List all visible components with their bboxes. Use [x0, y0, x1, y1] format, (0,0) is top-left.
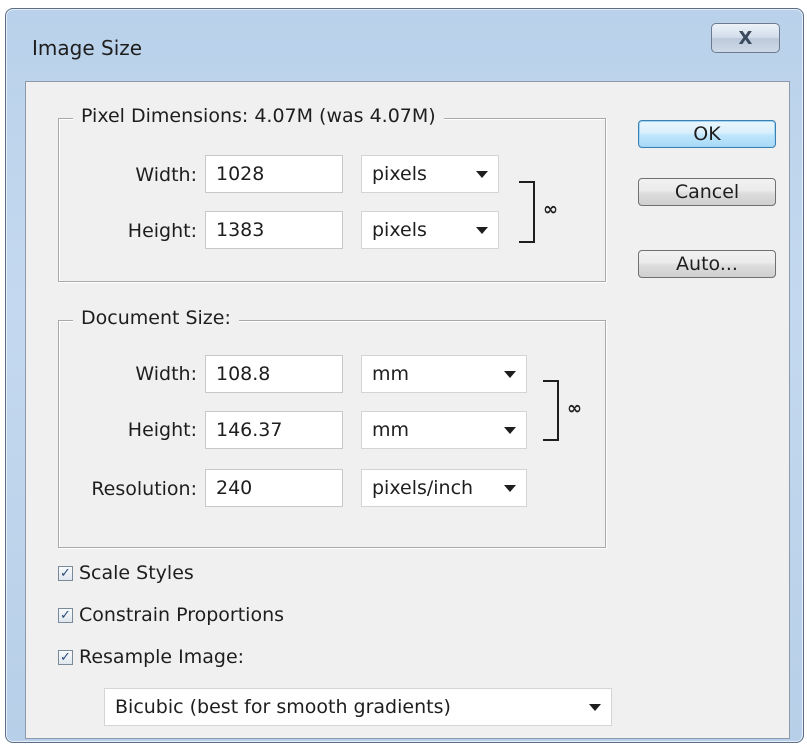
dialog-title: Image Size [32, 36, 143, 60]
resolution-unit-select[interactable]: pixels/inch [361, 469, 527, 507]
chevron-down-icon [504, 426, 516, 434]
pixel-width-input[interactable]: 1028 [205, 155, 343, 193]
scale-styles-label: Scale Styles [79, 562, 194, 584]
document-size-title: Document Size: [73, 307, 239, 329]
close-button[interactable]: X [711, 23, 780, 53]
constrain-proportions-checkbox[interactable]: ✓ [58, 607, 73, 623]
resample-image-checkbox[interactable]: ✓ [58, 649, 73, 665]
pixel-height-unit-select[interactable]: pixels [361, 211, 499, 249]
pixel-height-input[interactable]: 1383 [205, 211, 343, 249]
chevron-down-icon [589, 703, 601, 711]
chevron-down-icon [504, 484, 516, 492]
document-constrain-bracket [543, 380, 559, 441]
document-size-group: Document Size: Width: 108.8 mm Height: 1… [58, 307, 606, 548]
document-width-unit-select[interactable]: mm [361, 355, 527, 393]
ok-button[interactable]: OK [638, 120, 776, 148]
pixel-width-label: Width: [135, 164, 197, 186]
cancel-button[interactable]: Cancel [638, 178, 776, 206]
scale-styles-checkbox[interactable]: ✓ [58, 565, 73, 581]
resample-method-select[interactable]: Bicubic (best for smooth gradients) [104, 688, 612, 726]
resolution-unit-value: pixels/inch [372, 477, 474, 499]
document-height-unit-value: mm [372, 419, 410, 441]
pixel-width-unit-value: pixels [372, 163, 427, 185]
document-width-unit-value: mm [372, 363, 410, 385]
pixel-width-unit-select[interactable]: pixels [361, 155, 499, 193]
scale-styles-checkbox-row[interactable]: ✓ Scale Styles [58, 562, 194, 584]
dialog-window: Image Size X Pixel Dimensions: 4.07M (wa… [5, 8, 804, 743]
dialog-client-area: Pixel Dimensions: 4.07M (was 4.07M) Widt… [25, 81, 790, 739]
document-height-input[interactable]: 146.37 [205, 411, 343, 449]
constrain-proportions-label: Constrain Proportions [79, 604, 285, 626]
resample-method-value: Bicubic (best for smooth gradients) [115, 696, 451, 718]
resolution-label: Resolution: [91, 478, 197, 500]
document-width-label: Width: [135, 363, 197, 385]
resolution-input[interactable]: 240 [205, 469, 343, 507]
resample-image-label: Resample Image: [79, 646, 245, 668]
resample-image-checkbox-row[interactable]: ✓ Resample Image: [58, 646, 244, 668]
pixel-dimensions-title: Pixel Dimensions: 4.07M (was 4.07M) [73, 105, 444, 127]
chain-link-icon: ∞ [543, 199, 558, 220]
cancel-button-label: Cancel [674, 181, 740, 203]
auto-button[interactable]: Auto... [638, 250, 776, 278]
chevron-down-icon [476, 170, 488, 178]
pixel-dimensions-group: Pixel Dimensions: 4.07M (was 4.07M) Widt… [58, 105, 606, 282]
chain-link-icon: ∞ [567, 398, 582, 419]
document-width-input[interactable]: 108.8 [205, 355, 343, 393]
document-height-unit-select[interactable]: mm [361, 411, 527, 449]
pixel-constrain-bracket [519, 181, 535, 243]
constrain-proportions-checkbox-row[interactable]: ✓ Constrain Proportions [58, 604, 284, 626]
chevron-down-icon [504, 370, 516, 378]
pixel-height-unit-value: pixels [372, 219, 427, 241]
close-icon: X [738, 27, 753, 49]
auto-button-label: Auto... [676, 253, 738, 275]
pixel-height-label: Height: [127, 220, 197, 242]
ok-button-label: OK [693, 123, 721, 145]
document-height-label: Height: [127, 419, 197, 441]
chevron-down-icon [476, 226, 488, 234]
